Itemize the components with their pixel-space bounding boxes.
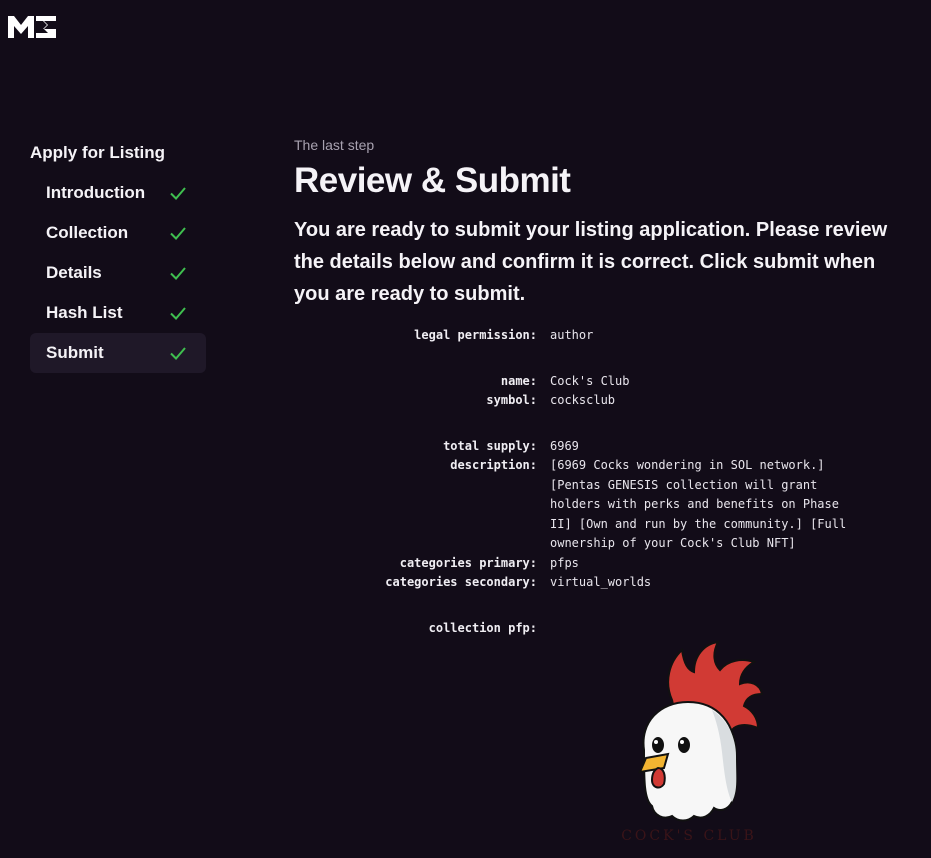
listing-steps-sidebar: Apply for Listing Introduction Collectio…: [30, 143, 206, 373]
detail-key: legal permission:: [414, 328, 537, 342]
detail-value: virtual_worlds: [550, 575, 652, 589]
page-title: Review & Submit: [294, 161, 571, 200]
pfp-logo-text: COCK'S CLUB: [621, 828, 757, 844]
detail-value: 6969: [550, 438, 579, 453]
detail-row-name: name: Cock's Club: [294, 372, 914, 392]
detail-key: description:: [450, 458, 537, 472]
detail-value: cocksclub: [550, 393, 616, 407]
detail-key: categories primary:: [399, 555, 537, 570]
check-icon: [170, 227, 186, 240]
step-submit[interactable]: Submit: [30, 333, 206, 373]
detail-row-categories-secondary: categories secondary: virtual_worlds: [294, 573, 914, 593]
step-introduction[interactable]: Introduction: [30, 173, 206, 213]
step-collection[interactable]: Collection: [30, 213, 206, 253]
step-label: Introduction: [46, 183, 146, 202]
detail-key: name:: [500, 373, 537, 388]
detail-key: total supply:: [443, 438, 537, 453]
detail-key: symbol:: [486, 393, 537, 407]
collection-pfp-rooster-image: COCK'S CLUB: [621, 640, 764, 844]
detail-key: collection pfp:: [428, 620, 537, 635]
check-icon: [170, 187, 186, 200]
step-eyebrow: The last step: [294, 137, 375, 153]
detail-key: categories secondary:: [385, 575, 537, 589]
detail-row-symbol: symbol: cocksclub: [294, 391, 914, 411]
step-details[interactable]: Details: [30, 253, 206, 293]
magic-eden-logo-icon[interactable]: [6, 8, 58, 42]
detail-value: Cock's Club: [550, 373, 630, 388]
step-label: Collection: [46, 223, 129, 242]
step-hash-list[interactable]: Hash List: [30, 293, 206, 333]
check-icon: [170, 267, 186, 280]
detail-value: author: [550, 328, 594, 342]
step-label: Details: [46, 263, 102, 282]
sidebar-title: Apply for Listing: [30, 143, 166, 162]
intro-text: You are ready to submit your listing app…: [294, 219, 888, 305]
check-icon: [170, 307, 186, 320]
detail-row-description: description: [6969 Cocks wondering in SO…: [294, 456, 914, 554]
detail-row-collection-pfp: collection pfp:: [294, 619, 914, 639]
detail-row-categories-primary: categories primary: pfps: [294, 554, 914, 574]
detail-row-legal-permission: legal permission: author: [294, 326, 914, 346]
step-label: Submit: [46, 343, 104, 362]
step-label: Hash List: [46, 303, 123, 322]
review-section: The last step Review & Submit You are re…: [294, 136, 904, 310]
check-icon: [170, 347, 186, 360]
detail-row-total-supply: total supply: 6969: [294, 437, 914, 457]
detail-value: pfps: [550, 555, 579, 570]
review-details: legal permission: author name: Cock's Cl…: [294, 326, 914, 638]
detail-value: [6969 Cocks wondering in SOL network.] […: [550, 458, 847, 550]
